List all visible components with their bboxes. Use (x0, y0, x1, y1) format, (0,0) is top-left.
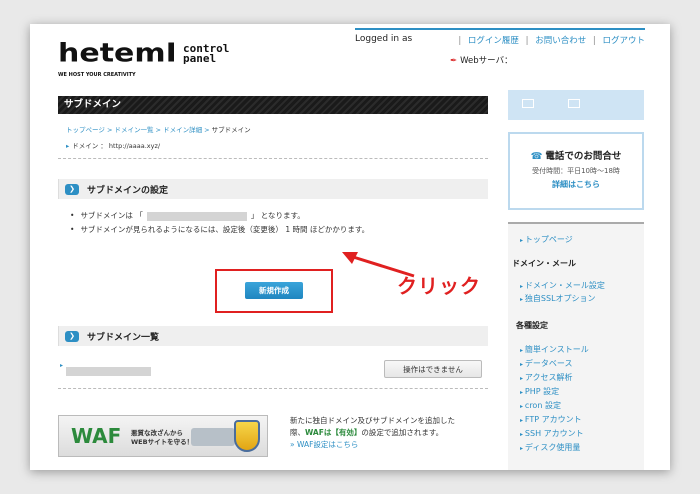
contact-title: ☎ 電話でのお問合せ (530, 151, 622, 162)
waf-description: 新たに独自ドメイン及びサブドメインを追加した 際、WAFは【有効】の設定で追加さ… (290, 416, 455, 449)
table-row: ▸ 操作はできません (58, 360, 488, 382)
waf-banner[interactable]: WAF 悪質な改ざんから WEBサイトを守る！ (58, 415, 268, 457)
breadcrumb-top[interactable]: トップページ (66, 126, 105, 134)
sidebar: ☎電話でのお問合せ 受付時間：平日10時〜18時 詳細はこちら トップページ ド… (508, 90, 644, 470)
breadcrumb-domain-list[interactable]: ドメイン一覧 (114, 126, 153, 134)
chevron-right-icon: ❯ (65, 330, 79, 342)
divider (58, 158, 488, 159)
sidebar-nav: トップページ ドメイン・メール ドメイン・メール設定 独自SSLオプション 各種… (508, 222, 644, 470)
main-content: サブドメイン トップページ > ドメイン一覧 > ドメイン詳細 > サブドメイン… (58, 96, 488, 457)
sidebar-item-access[interactable]: アクセス解析 (520, 372, 573, 383)
logo-sub-text: control panel (183, 42, 230, 65)
create-new-button[interactable]: 新規作成 (245, 282, 303, 299)
no-operation-button[interactable]: 操作はできません (384, 360, 482, 378)
logo-main-text: hetemI (58, 38, 177, 69)
hetemi-logo[interactable]: hetemI control panel WE HOST YOUR CREATI… (58, 38, 229, 78)
logged-in-label: Logged in as (355, 34, 413, 44)
login-history-link[interactable]: ログイン履歴 (468, 36, 519, 46)
mail-icon[interactable] (522, 99, 534, 108)
phone-icon: ☎ (530, 151, 543, 162)
sidebar-tabs (508, 90, 644, 120)
sidebar-item-ssh[interactable]: SSH アカウント (520, 428, 584, 439)
phone-contact-box: ☎ 電話でのお問合せ 受付時間：平日10時〜18時 詳細はこちら (508, 132, 644, 210)
sidebar-heading-settings: 各種設定 (516, 321, 548, 330)
sidebar-item-php[interactable]: PHP 設定 (520, 386, 559, 397)
subdomain-list-section: ❯ サブドメイン一覧 ▸ 操作はできません (58, 326, 488, 389)
sidebar-item-ftp[interactable]: FTP アカウント (520, 414, 582, 425)
sidebar-item-ssl[interactable]: 独自SSLオプション (520, 293, 596, 304)
sidebar-heading-domain: ドメイン・メール (512, 259, 576, 268)
web-server-label: ✒ Webサーバ： (450, 56, 513, 66)
breadcrumb: トップページ > ドメイン一覧 > ドメイン詳細 > サブドメイン (66, 126, 251, 134)
contact-details-link[interactable]: 詳細はこちら (510, 179, 642, 190)
waf-logo: WAF (71, 424, 122, 448)
bullet-icon: ▸ (66, 142, 70, 150)
top-bar: Logged in as | ログイン履歴 | お問い合わせ | ログアウト (355, 28, 645, 46)
contact-hours: 受付時間：平日10時〜18時 (532, 167, 620, 175)
settings-notes: サブドメインは 「」 となります。 サブドメインが見られるようになるには、設定後… (58, 209, 488, 237)
pin-icon: ✒ (450, 56, 458, 66)
divider (58, 388, 488, 389)
sidebar-item-database[interactable]: データベース (520, 358, 573, 369)
folder-icon[interactable] (568, 99, 580, 108)
waf-settings-link[interactable]: » WAF設定はこちら (290, 440, 358, 449)
sidebar-item-top[interactable]: トップページ (520, 234, 573, 245)
page-title: サブドメイン (58, 96, 488, 114)
top-links: | ログイン履歴 | お問い合わせ | ログアウト (458, 36, 645, 46)
truck-icon (191, 428, 235, 446)
logo-tagline: WE HOST YOUR CREATIVITY (58, 72, 136, 78)
chevron-right-icon: ❯ (65, 183, 79, 195)
shield-icon (234, 420, 260, 452)
domain-info: ▸ ドメイン ： http://aaaa.xyz/ (66, 142, 161, 150)
breadcrumb-domain-detail[interactable]: ドメイン詳細 (163, 126, 202, 134)
logout-link[interactable]: ログアウト (602, 36, 645, 46)
click-annotation: クリック (397, 274, 481, 298)
waf-banner-text: 悪質な改ざんから WEBサイトを守る！ (131, 429, 194, 446)
contact-link[interactable]: お問い合わせ (535, 36, 586, 46)
bullet-icon: ▸ (60, 362, 64, 369)
note-propagation: サブドメインが見られるようになるには、設定後（変更後） 1 時間 ほどかかります… (70, 223, 488, 237)
sidebar-item-domain-mail[interactable]: ドメイン・メール設定 (520, 280, 605, 291)
note-subdomain-name: サブドメインは 「」 となります。 (70, 209, 488, 223)
sidebar-item-install[interactable]: 簡単インストール (520, 344, 589, 355)
breadcrumb-current: サブドメイン (211, 126, 251, 134)
masked-subdomain (146, 211, 247, 221)
sidebar-item-disk[interactable]: ディスク使用量 (520, 442, 580, 453)
list-section-title: サブドメイン一覧 (87, 332, 160, 343)
masked-subdomain-entry (66, 367, 151, 376)
settings-section-header: ❯ サブドメインの設定 (58, 179, 488, 199)
settings-section-title: サブドメインの設定 (87, 185, 169, 196)
sidebar-item-cron[interactable]: cron 設定 (520, 400, 561, 411)
list-section-header: ❯ サブドメイン一覧 (58, 326, 488, 346)
